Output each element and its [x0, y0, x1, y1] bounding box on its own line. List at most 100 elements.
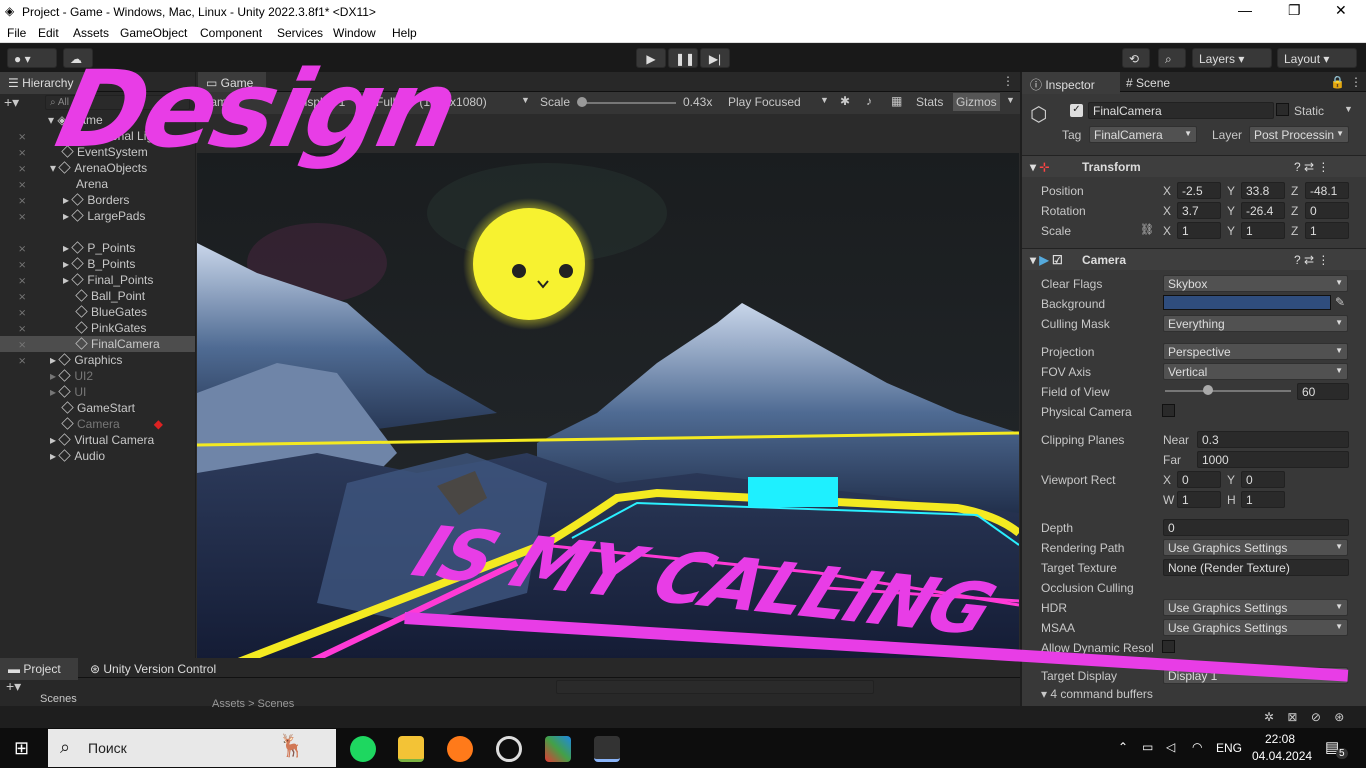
position-y[interactable]: 33.8	[1241, 182, 1285, 199]
volume-icon[interactable]: ◁	[1166, 740, 1175, 754]
scale-x[interactable]: 1	[1177, 222, 1221, 239]
tray-icon-4[interactable]: ⊛	[1334, 710, 1344, 724]
visibility-icon[interactable]: ⨯	[18, 356, 30, 367]
near-field[interactable]: 0.3	[1197, 431, 1349, 448]
fov-field[interactable]: 60	[1297, 383, 1349, 400]
scale-z[interactable]: 1	[1305, 222, 1349, 239]
audio-icon[interactable]: ♪	[866, 94, 872, 108]
rotation-z[interactable]: 0	[1305, 202, 1349, 219]
tray-icon-3[interactable]: ⊘	[1311, 710, 1321, 724]
help-icon[interactable]: ? ⇄ ⋮	[1294, 160, 1329, 174]
camera-enabled-checkbox[interactable]: ☑	[1052, 253, 1063, 267]
physical-camera-checkbox[interactable]	[1162, 404, 1175, 417]
hdr-dropdown[interactable]: Use Graphics Settings	[1163, 599, 1348, 616]
menu-component[interactable]: Component	[200, 26, 262, 40]
dynamic-resolution-checkbox[interactable]	[1162, 640, 1175, 653]
scene-row[interactable]: ▾ ◈ Game	[48, 113, 103, 129]
static-chevron-icon[interactable]: ▼	[1344, 104, 1353, 114]
resolution-dropdown[interactable]: Full HD (1920x1080)	[376, 95, 487, 109]
unity-icon[interactable]	[594, 736, 620, 762]
tray-icon-2[interactable]: ⊠	[1287, 710, 1297, 724]
layers-dropdown[interactable]: Layers ▾	[1192, 48, 1272, 68]
hierarchy-item[interactable]: ▸ P_Points	[63, 241, 135, 257]
tab-unity-version-control[interactable]: ⊛ Unity Version Control	[90, 662, 216, 676]
visibility-icon[interactable]: ⨯	[18, 260, 30, 271]
target-texture-field[interactable]: None (Render Texture)	[1163, 559, 1349, 576]
menu-help[interactable]: Help	[392, 26, 417, 40]
spotify-icon[interactable]	[350, 736, 376, 762]
hierarchy-item[interactable]: Ball_Point	[75, 289, 145, 305]
visibility-icon[interactable]: ⨯	[18, 308, 30, 319]
visibility-icon[interactable]: ⨯	[18, 244, 30, 255]
fov-slider-thumb[interactable]	[1203, 385, 1213, 395]
visibility-icon[interactable]: ⨯	[18, 292, 30, 303]
tab-scene[interactable]: # Scene	[1126, 76, 1170, 90]
tab-game[interactable]: ▭ Game	[198, 72, 266, 94]
link-icon[interactable]: ⛓	[1140, 223, 1154, 236]
viewport-x[interactable]: 0	[1177, 471, 1221, 488]
grid-icon[interactable]: ▦	[891, 94, 902, 108]
hierarchy-item[interactable]: ▸ B_Points	[63, 257, 135, 273]
hierarchy-item[interactable]: BlueGates	[75, 305, 147, 321]
depth-field[interactable]: 0	[1163, 519, 1349, 536]
visibility-icon[interactable]: ⨯	[18, 340, 30, 351]
taskbar-search-input[interactable]: ⌕ Поиск 🦌	[48, 729, 336, 767]
tray-chevron-icon[interactable]: ⌃	[1118, 740, 1128, 754]
hierarchy-item[interactable]: ▸ Final_Points	[63, 273, 153, 289]
tab-hierarchy[interactable]: ☰ Hierarchy	[0, 72, 90, 94]
layer-dropdown[interactable]: Post Processin	[1249, 126, 1349, 143]
visibility-icon[interactable]: ⨯	[18, 164, 30, 175]
help-icon[interactable]: ? ⇄ ⋮	[1294, 253, 1329, 267]
hierarchy-search-input[interactable]: ⌕ All	[45, 95, 190, 110]
history-icon[interactable]: ⟲	[1122, 48, 1150, 68]
visibility-icon[interactable]: ⨯	[18, 180, 30, 191]
command-buffers-label[interactable]: ▾ 4 command buffers	[1041, 687, 1153, 701]
tray-icon-1[interactable]: ✲	[1264, 710, 1274, 724]
kebab-menu-icon[interactable]: ⋮	[1002, 74, 1014, 88]
tab-project[interactable]: ▬ Project	[0, 658, 78, 680]
fov-axis-dropdown[interactable]: Vertical	[1163, 363, 1348, 380]
game-view-dropdown[interactable]: Game	[201, 95, 234, 109]
file-explorer-icon[interactable]	[398, 736, 424, 762]
add-icon[interactable]: +▾	[4, 94, 19, 111]
hierarchy-item[interactable]: ▾ ArenaObjects	[50, 161, 147, 177]
background-color-swatch[interactable]	[1163, 295, 1331, 310]
visibility-icon[interactable]: ⨯	[18, 212, 30, 223]
menu-edit[interactable]: Edit	[38, 26, 59, 40]
hierarchy-item[interactable]: PinkGates	[75, 321, 146, 337]
projection-dropdown[interactable]: Perspective	[1163, 343, 1348, 360]
menu-services[interactable]: Services	[277, 26, 323, 40]
tab-inspector[interactable]: ⓘ Inspector	[1022, 72, 1120, 94]
viewport-y[interactable]: 0	[1241, 471, 1285, 488]
visibility-icon[interactable]: ⨯	[18, 276, 30, 287]
app-icon[interactable]	[545, 736, 571, 762]
gizmos-chevron-icon[interactable]: ▼	[1006, 95, 1015, 105]
active-checkbox[interactable]: ✓	[1070, 104, 1083, 117]
layout-dropdown[interactable]: Layout ▾	[1277, 48, 1357, 68]
gizmos-button[interactable]: Gizmos	[953, 93, 1000, 111]
rotation-y[interactable]: -26.4	[1241, 202, 1285, 219]
clear-flags-dropdown[interactable]: Skybox	[1163, 275, 1348, 292]
sync-icon[interactable]	[496, 736, 522, 762]
msaa-dropdown[interactable]: Use Graphics Settings	[1163, 619, 1348, 636]
menu-file[interactable]: File	[7, 26, 26, 40]
position-z[interactable]: -48.1	[1305, 182, 1349, 199]
hierarchy-item[interactable]: ▸ UI2	[50, 369, 93, 385]
scale-y[interactable]: 1	[1241, 222, 1285, 239]
viewport-w[interactable]: 1	[1177, 491, 1221, 508]
close-icon[interactable]: ✕	[1335, 2, 1347, 19]
step-button[interactable]: ▶|	[700, 48, 730, 68]
play-button[interactable]: ▶	[636, 48, 666, 68]
viewport-h[interactable]: 1	[1241, 491, 1285, 508]
bug-icon[interactable]: ✱	[840, 94, 850, 108]
hierarchy-item[interactable]: Arena	[76, 177, 108, 193]
menu-assets[interactable]: Assets	[73, 26, 109, 40]
scenes-folder[interactable]: Scenes	[40, 693, 77, 705]
battery-icon[interactable]: ▭	[1142, 740, 1153, 754]
visibility-icon[interactable]: ⨯	[18, 148, 30, 159]
fov-slider[interactable]	[1165, 390, 1291, 392]
search-icon[interactable]: ⌕	[1158, 48, 1186, 68]
menu-window[interactable]: Window	[333, 26, 376, 40]
clock-date[interactable]: 04.04.2024	[1252, 749, 1312, 763]
hierarchy-item[interactable]: Directional Light	[61, 129, 163, 145]
